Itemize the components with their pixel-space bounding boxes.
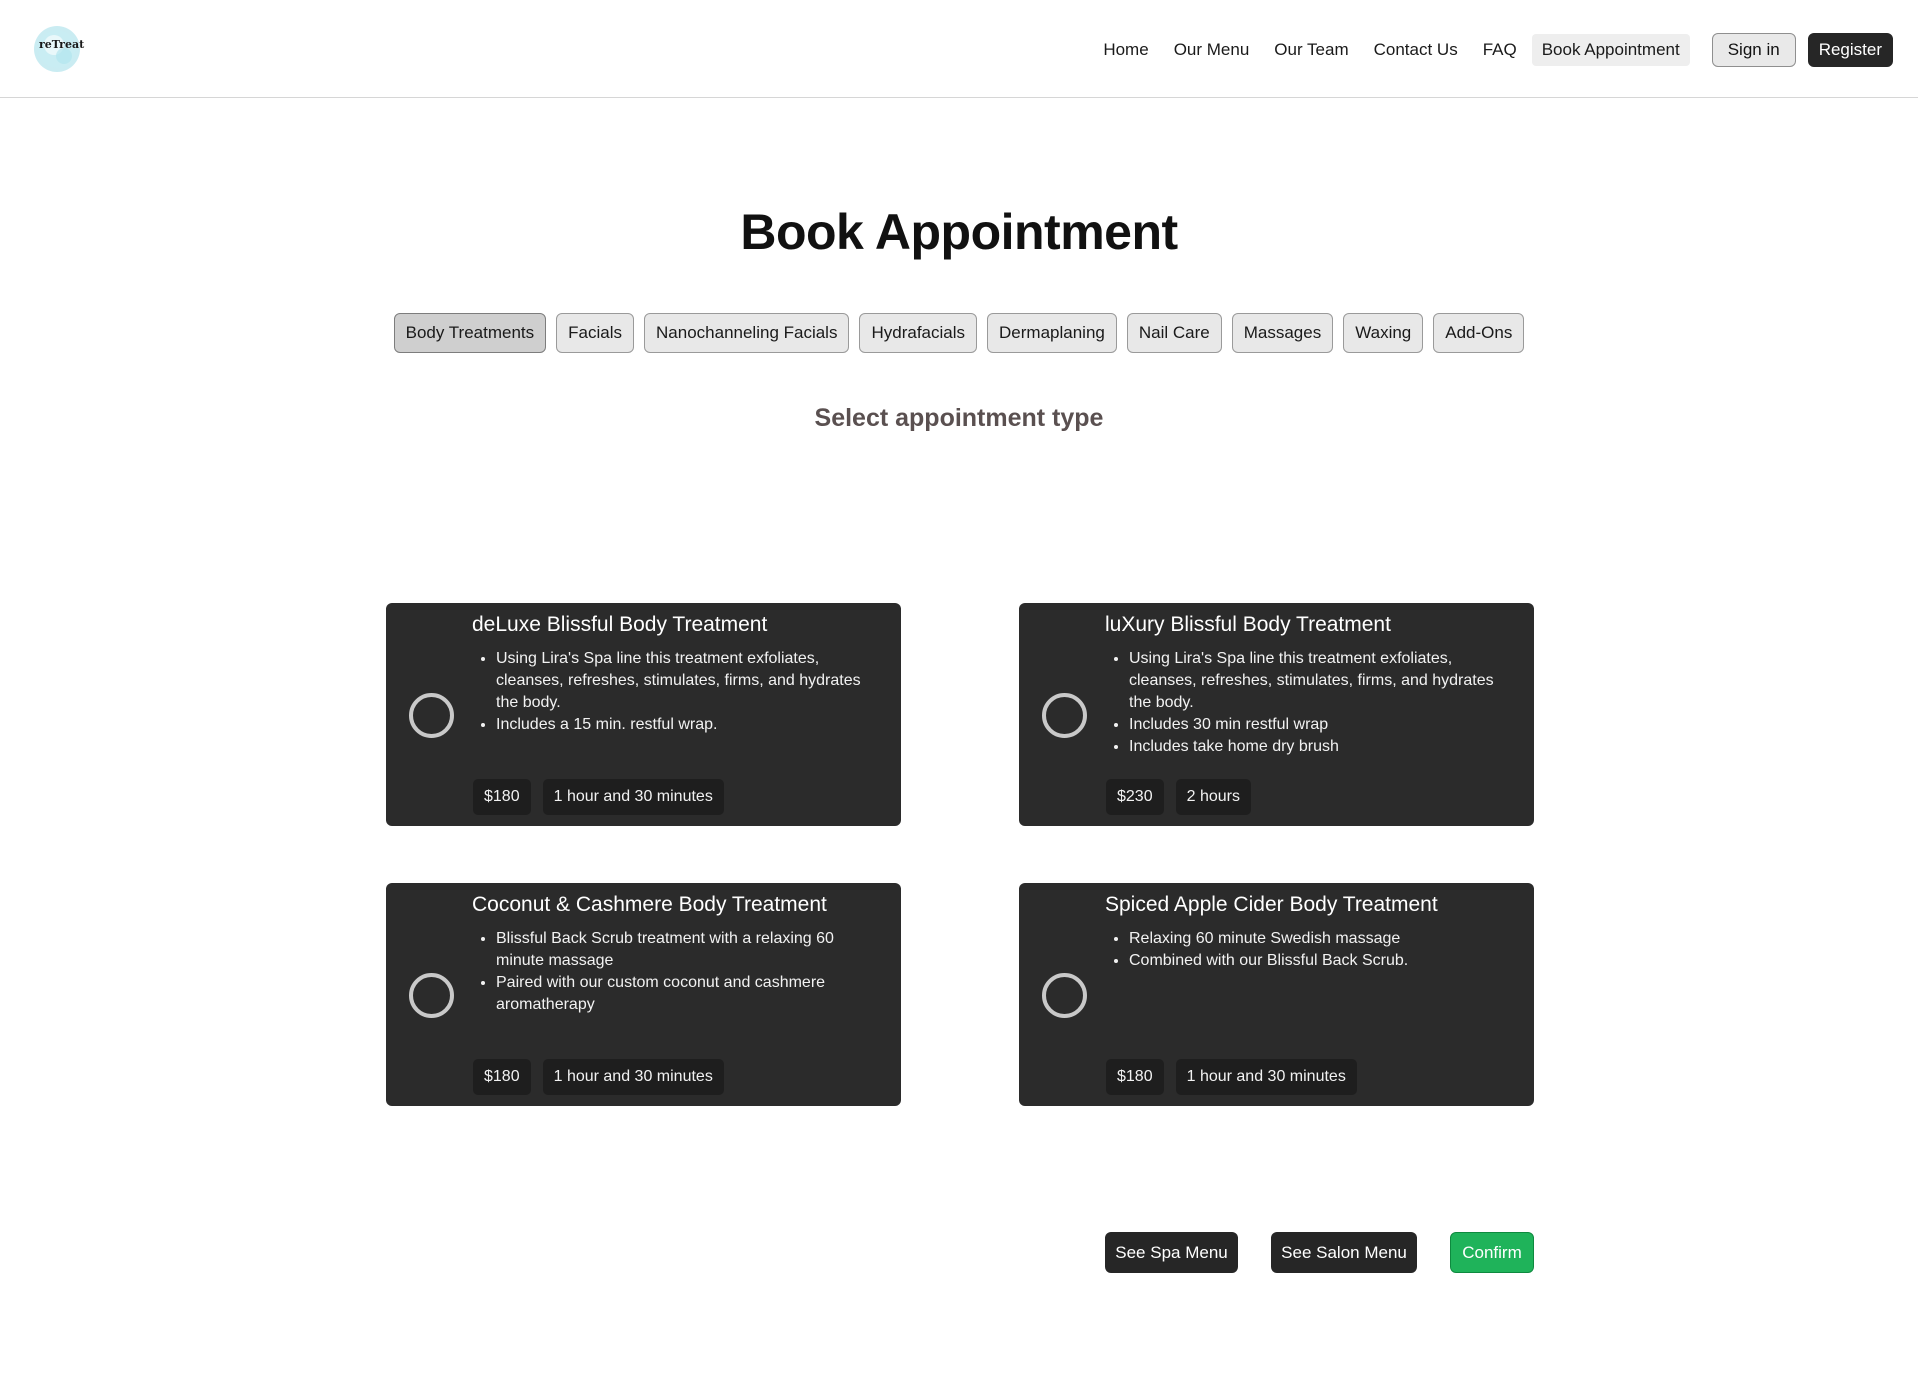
duration-badge: 1 hour and 30 minutes — [1175, 1059, 1357, 1095]
see-spa-menu-button[interactable]: See Spa Menu — [1105, 1232, 1238, 1273]
nav-home[interactable]: Home — [1093, 34, 1158, 66]
card-meta: $180 1 hour and 30 minutes — [1106, 1059, 1369, 1095]
tab-hydrafacials[interactable]: Hydrafacials — [859, 313, 978, 353]
category-tabs: Body Treatments Facials Nanochanneling F… — [0, 313, 1918, 353]
treatment-card[interactable]: deLuxe Blissful Body Treatment Using Lir… — [386, 603, 901, 826]
card-description: Relaxing 60 minute Swedish massage Combi… — [1129, 928, 1519, 972]
tab-facials[interactable]: Facials — [556, 313, 635, 353]
card-description: Blissful Back Scrub treatment with a rel… — [496, 928, 886, 1016]
sign-in-button[interactable]: Sign in — [1711, 33, 1796, 67]
duration-badge: 2 hours — [1175, 779, 1251, 815]
section-subtitle: Select appointment type — [814, 404, 1104, 432]
treatment-card[interactable]: Spiced Apple Cider Body Treatment Relaxi… — [1019, 883, 1534, 1106]
card-meta: $180 1 hour and 30 minutes — [473, 779, 736, 815]
tab-body-treatments[interactable]: Body Treatments — [393, 313, 547, 353]
nav-faq[interactable]: FAQ — [1473, 34, 1527, 66]
card-bullet: Includes a 15 min. restful wrap. — [496, 714, 886, 736]
card-bullet: Combined with our Blissful Back Scrub. — [1129, 950, 1519, 972]
card-title: luXury Blissful Body Treatment — [1105, 613, 1391, 636]
card-bullet: Includes take home dry brush — [1129, 736, 1519, 758]
card-title: deLuxe Blissful Body Treatment — [472, 613, 768, 636]
confirm-button[interactable]: Confirm — [1450, 1232, 1534, 1273]
radio-button[interactable] — [1042, 973, 1087, 1018]
page-title: Book Appointment — [740, 204, 1178, 260]
duration-badge: 1 hour and 30 minutes — [542, 1059, 724, 1095]
tab-add-ons[interactable]: Add-Ons — [1433, 313, 1525, 353]
price-badge: $180 — [473, 779, 531, 815]
register-button[interactable]: Register — [1807, 33, 1893, 67]
nav-contact-us[interactable]: Contact Us — [1364, 34, 1468, 66]
treatment-card[interactable]: Coconut & Cashmere Body Treatment Blissf… — [386, 883, 901, 1106]
tab-nail-care[interactable]: Nail Care — [1126, 313, 1222, 353]
nav-book-appointment[interactable]: Book Appointment — [1531, 34, 1690, 66]
card-title: Spiced Apple Cider Body Treatment — [1105, 893, 1438, 916]
tab-massages[interactable]: Massages — [1231, 313, 1334, 353]
logo-text: reTreat — [39, 38, 85, 51]
tab-dermaplaning[interactable]: Dermaplaning — [987, 313, 1117, 353]
card-bullet: Blissful Back Scrub treatment with a rel… — [496, 928, 886, 972]
nav-our-team[interactable]: Our Team — [1264, 34, 1358, 66]
radio-button[interactable] — [1042, 693, 1087, 738]
card-bullet: Relaxing 60 minute Swedish massage — [1129, 928, 1519, 950]
duration-badge: 1 hour and 30 minutes — [542, 779, 724, 815]
card-description: Using Lira's Spa line this treatment exf… — [496, 648, 886, 736]
price-badge: $180 — [473, 1059, 531, 1095]
tab-waxing[interactable]: Waxing — [1343, 313, 1424, 353]
treatment-card[interactable]: luXury Blissful Body Treatment Using Lir… — [1019, 603, 1534, 826]
card-bullet: Includes 30 min restful wrap — [1129, 714, 1519, 736]
card-meta: $230 2 hours — [1106, 779, 1263, 815]
radio-button[interactable] — [409, 693, 454, 738]
main-nav: Home Our Menu Our Team Contact Us FAQ Bo… — [1088, 33, 1893, 67]
price-badge: $230 — [1106, 779, 1164, 815]
price-badge: $180 — [1106, 1059, 1164, 1095]
card-bullet: Paired with our custom coconut and cashm… — [496, 972, 886, 1016]
retreat-logo[interactable]: reTreat — [30, 24, 88, 74]
card-title: Coconut & Cashmere Body Treatment — [472, 893, 827, 916]
card-description: Using Lira's Spa line this treatment exf… — [1129, 648, 1519, 758]
card-bullet: Using Lira's Spa line this treatment exf… — [496, 648, 886, 714]
tab-nanochanneling-facials[interactable]: Nanochanneling Facials — [644, 313, 850, 353]
radio-button[interactable] — [409, 973, 454, 1018]
nav-our-menu[interactable]: Our Menu — [1164, 34, 1260, 66]
card-bullet: Using Lira's Spa line this treatment exf… — [1129, 648, 1519, 714]
card-meta: $180 1 hour and 30 minutes — [473, 1059, 736, 1095]
site-header: reTreat Home Our Menu Our Team Contact U… — [0, 0, 1918, 98]
see-salon-menu-button[interactable]: See Salon Menu — [1271, 1232, 1417, 1273]
